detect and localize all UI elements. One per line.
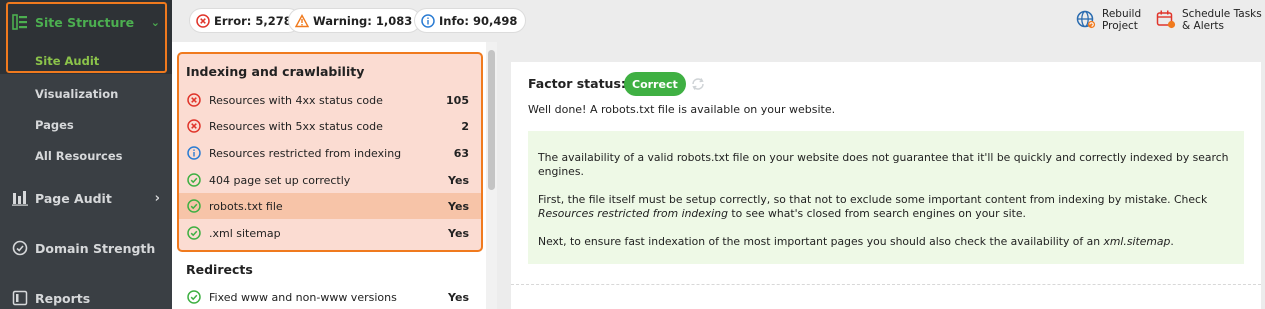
error-icon: [187, 119, 201, 133]
issue-value: 2: [461, 119, 469, 133]
error-count-badge[interactable]: Error: 5,278: [189, 8, 301, 33]
site-structure-icon: [12, 14, 28, 30]
sidebar-section-label: Domain Strength: [35, 240, 156, 256]
reports-icon: [12, 290, 28, 306]
error-count-label: Error: 5,278: [214, 13, 292, 28]
error-icon: [187, 93, 201, 107]
sidebar-section-reports[interactable]: Reports: [0, 284, 172, 309]
chevron-down-icon: ⌄: [150, 15, 160, 29]
schedule-tasks-button[interactable]: Schedule Tasks & Alerts: [1156, 8, 1262, 32]
globe-refresh-icon: [1076, 8, 1096, 30]
schedule-line-1: Schedule Tasks: [1182, 8, 1262, 20]
sidebar-item-pages[interactable]: Pages: [35, 118, 74, 132]
factor-description-box: The availability of a valid robots.txt f…: [528, 131, 1244, 264]
schedule-line-2: & Alerts: [1182, 20, 1224, 32]
info-count-label: Info: 90,498: [439, 13, 518, 28]
issue-row-selected[interactable]: robots.txt file Yes: [179, 193, 481, 219]
error-icon: [196, 13, 210, 28]
issue-row[interactable]: .xml sitemap Yes: [179, 220, 481, 246]
issue-label: Resources restricted from indexing: [209, 146, 402, 160]
sidebar-section-label: Site Structure: [35, 14, 135, 30]
issue-value: Yes: [448, 226, 469, 240]
issue-value: Yes: [448, 199, 469, 213]
issue-label: robots.txt file: [209, 199, 283, 213]
issue-row[interactable]: 404 page set up correctly Yes: [179, 167, 481, 193]
issue-label: .xml sitemap: [209, 226, 281, 240]
issue-value: Yes: [448, 173, 469, 187]
status-badge: Correct: [624, 72, 686, 96]
rebuild-line-1: Rebuild: [1102, 8, 1142, 20]
sidebar-section-label: Page Audit: [35, 190, 112, 206]
sidebar-section-site-structure[interactable]: Site Structure ⌄: [0, 0, 172, 44]
top-bar: Error: 5,278 Warning: 1,083 Info: 90,498…: [172, 0, 1265, 42]
issue-label: Resources with 5xx status code: [209, 119, 383, 133]
factor-status-label: Factor status:: [528, 76, 626, 91]
check-icon: [187, 290, 201, 304]
sidebar-item-site-audit[interactable]: Site Audit: [0, 44, 172, 74]
warning-count-badge[interactable]: Warning: 1,083: [288, 8, 422, 33]
rebuild-line-2: Project: [1102, 20, 1138, 32]
issue-row[interactable]: Fixed www and non-www versions Yes: [179, 284, 481, 309]
issue-value: 105: [446, 93, 469, 107]
issue-value: Yes: [448, 290, 469, 304]
divider: [511, 284, 1261, 285]
issue-value: 63: [453, 146, 469, 160]
info-icon: [187, 146, 201, 160]
group-title-indexing: Indexing and crawlability: [186, 64, 365, 79]
issue-label: Resources with 4xx status code: [209, 93, 383, 107]
text: .: [1170, 235, 1174, 248]
check-icon: [187, 199, 201, 213]
check-icon: [187, 226, 201, 240]
issue-row[interactable]: Resources restricted from indexing 63: [179, 140, 481, 166]
check-icon: [187, 173, 201, 187]
sidebar-section-label: Reports: [35, 290, 91, 306]
rebuild-project-button[interactable]: Rebuild Project: [1076, 8, 1141, 32]
issue-row[interactable]: Resources with 4xx status code 105: [179, 87, 481, 113]
gauge-icon: [12, 240, 28, 256]
sidebar-section-page-audit[interactable]: Page Audit ›: [0, 184, 172, 212]
sidebar-item-all-resources[interactable]: All Resources: [35, 149, 123, 163]
issue-label: Fixed www and non-www versions: [209, 290, 397, 304]
page-audit-icon: [12, 190, 28, 206]
text: First, the file itself must be setup cor…: [538, 193, 1208, 206]
description-paragraph: Next, to ensure fast indexation of the m…: [538, 235, 1234, 249]
issue-row[interactable]: Resources with 5xx status code 2: [179, 113, 481, 139]
warning-icon: [295, 13, 309, 28]
description-paragraph: First, the file itself must be setup cor…: [538, 193, 1234, 221]
sidebar-item-visualization[interactable]: Visualization: [35, 87, 118, 101]
info-count-badge[interactable]: Info: 90,498: [414, 8, 527, 33]
calendar-alert-icon: [1156, 8, 1176, 30]
rebuild-project-label: Rebuild Project: [1102, 8, 1141, 32]
chevron-right-icon: ›: [154, 190, 160, 206]
sidebar-item-label: Site Audit: [35, 54, 100, 68]
refresh-icon[interactable]: [690, 76, 706, 92]
text: to see what's closed from search engines…: [728, 207, 1026, 220]
sitemap-text: xml.sitemap: [1103, 235, 1171, 248]
schedule-tasks-label: Schedule Tasks & Alerts: [1182, 8, 1262, 32]
warning-count-label: Warning: 1,083: [313, 13, 413, 28]
factor-summary: Well done! A robots.txt file is availabl…: [528, 103, 836, 116]
group-title-redirects: Redirects: [186, 262, 253, 277]
issue-label: 404 page set up correctly: [209, 173, 351, 187]
description-paragraph: The availability of a valid robots.txt f…: [538, 151, 1229, 178]
sidebar: Site Structure ⌄ Site Audit Visualizatio…: [0, 0, 172, 309]
info-icon: [421, 13, 435, 28]
sidebar-section-domain-strength[interactable]: Domain Strength: [0, 234, 172, 262]
issue-link-text: Resources restricted from indexing: [538, 207, 728, 220]
issues-scrollbar-thumb[interactable]: [488, 50, 495, 190]
text: Next, to ensure fast indexation of the m…: [538, 235, 1104, 248]
